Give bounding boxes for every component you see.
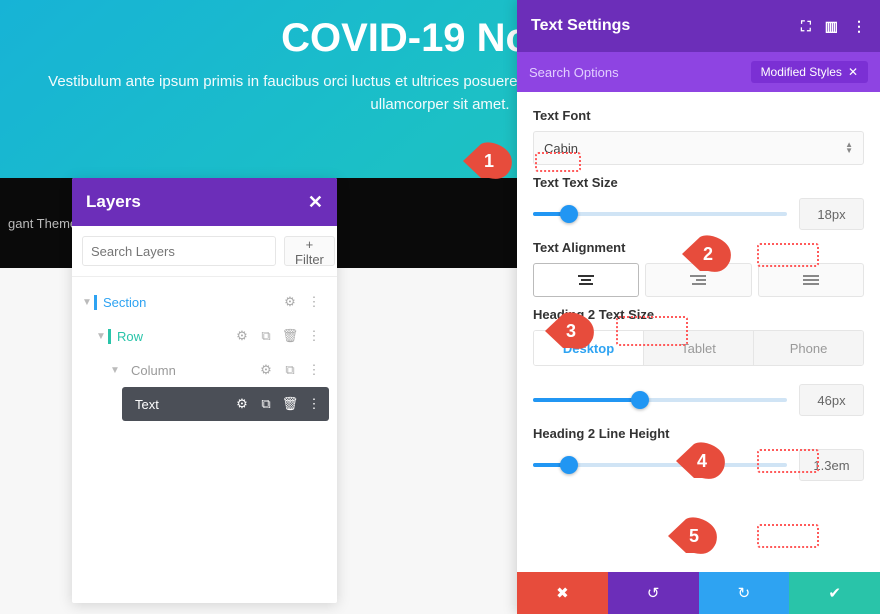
settings-subheader: Search Options Modified Styles ✕ — [517, 52, 880, 92]
text-size-value[interactable]: 18px — [799, 198, 864, 230]
settings-actions: ✖ ↺ ↻ ✔ — [517, 572, 880, 614]
slider-thumb[interactable] — [631, 391, 649, 409]
trash-icon[interactable]: 🗑 — [281, 395, 299, 413]
caret-down-icon[interactable]: ▼ — [80, 297, 94, 308]
more-icon[interactable]: ⋮ — [305, 293, 323, 311]
h2-size-slider[interactable] — [533, 398, 787, 402]
more-icon[interactable]: ⋮ — [305, 327, 323, 345]
close-icon[interactable]: ✕ — [308, 192, 323, 213]
more-icon[interactable]: ⋮ — [305, 361, 323, 379]
callout-1: 1 — [463, 142, 515, 180]
trash-icon[interactable]: 🗑 — [281, 327, 299, 345]
label-text-font: Text Font — [533, 108, 864, 123]
expand-icon[interactable]: ⛶ — [801, 18, 811, 35]
gear-icon[interactable]: ⚙ — [257, 361, 275, 379]
layers-search-input[interactable] — [82, 236, 276, 266]
undo-button[interactable]: ↺ — [608, 572, 699, 614]
slider-thumb[interactable] — [560, 205, 578, 223]
layers-tree: ▼ Section ⚙ ⋮ ▼ Row ⚙ ⧉ 🗑 ⋮ ▼ Colum — [72, 277, 337, 429]
label-text-size: Text Text Size — [533, 175, 864, 190]
redo-button[interactable]: ↻ — [699, 572, 790, 614]
callout-4: 4 — [676, 442, 728, 480]
modified-styles-chip[interactable]: Modified Styles ✕ — [751, 61, 868, 83]
align-center-button[interactable] — [533, 263, 639, 297]
layers-search-row: + Filter — [72, 226, 337, 277]
more-icon[interactable]: ⋮ — [305, 395, 323, 413]
settings-header: Text Settings ⛶ ▥ ⋮ — [517, 0, 880, 52]
font-select[interactable]: Cabin ▲▼ — [533, 131, 864, 165]
cancel-button[interactable]: ✖ — [517, 572, 608, 614]
h2-lineheight-value[interactable]: 1.3em — [799, 449, 864, 481]
layers-header: Layers ✕ — [72, 178, 337, 226]
h2-lineheight-slider[interactable] — [533, 463, 787, 467]
callout-2: 2 — [682, 235, 734, 273]
tree-row-text[interactable]: Text ⚙ ⧉ 🗑 ⋮ — [122, 387, 329, 421]
close-icon[interactable]: ✕ — [848, 65, 858, 79]
tree-row-row[interactable]: ▼ Row ⚙ ⧉ 🗑 ⋮ — [94, 319, 329, 353]
select-caret-icon: ▲▼ — [845, 142, 853, 154]
slider-thumb[interactable] — [560, 456, 578, 474]
duplicate-icon[interactable]: ⧉ — [257, 327, 275, 345]
caret-down-icon[interactable]: ▼ — [94, 331, 108, 342]
callout-3: 3 — [545, 312, 597, 350]
more-icon[interactable]: ⋮ — [852, 18, 866, 35]
gear-icon[interactable]: ⚙ — [233, 327, 251, 345]
settings-title: Text Settings — [531, 17, 630, 35]
panel-icon[interactable]: ▥ — [825, 18, 838, 35]
search-options-input[interactable]: Search Options — [529, 65, 619, 80]
h2-size-value[interactable]: 46px — [799, 384, 864, 416]
tree-row-column[interactable]: ▼ Column ⚙ ⧉ ⋮ — [108, 353, 329, 387]
tab-tablet[interactable]: Tablet — [643, 331, 753, 365]
tab-phone[interactable]: Phone — [753, 331, 863, 365]
tree-row-section[interactable]: ▼ Section ⚙ ⋮ — [80, 285, 329, 319]
layers-title: Layers — [86, 192, 141, 212]
callout-5: 5 — [668, 517, 720, 555]
text-size-slider[interactable] — [533, 212, 787, 216]
confirm-button[interactable]: ✔ — [789, 572, 880, 614]
duplicate-icon[interactable]: ⧉ — [257, 395, 275, 413]
gear-icon[interactable]: ⚙ — [233, 395, 251, 413]
gear-icon[interactable]: ⚙ — [281, 293, 299, 311]
align-justify-button[interactable] — [758, 263, 864, 297]
font-select-value: Cabin — [544, 141, 578, 156]
caret-down-icon[interactable]: ▼ — [108, 365, 122, 376]
label-h2-lineheight: Heading 2 Line Height — [533, 426, 864, 441]
duplicate-icon[interactable]: ⧉ — [281, 361, 299, 379]
layers-panel: Layers ✕ + Filter ▼ Section ⚙ ⋮ ▼ Row ⚙ — [72, 178, 337, 603]
filter-button[interactable]: + Filter — [284, 236, 335, 266]
